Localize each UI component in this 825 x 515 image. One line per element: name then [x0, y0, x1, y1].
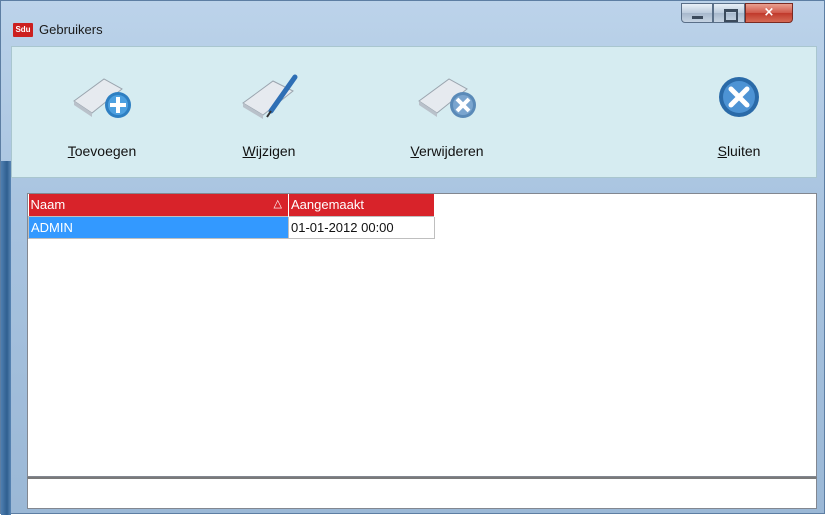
maximize-button[interactable]: [713, 3, 745, 23]
delete-button[interactable]: Verwijderen: [392, 71, 502, 167]
maximize-icon: [724, 9, 738, 22]
delete-label: Verwijderen: [392, 143, 502, 159]
minimize-icon: [692, 16, 703, 19]
close-label-accel: S: [717, 143, 727, 159]
delete-label-text: erwijderen: [418, 143, 484, 159]
title-bar[interactable]: Sdu Gebruikers ×: [1, 1, 825, 45]
close-circle-icon: [719, 77, 759, 117]
column-header-naam-label: Naam: [30, 197, 66, 213]
add-button[interactable]: Toevoegen: [52, 71, 152, 167]
toolbar: Toevoegen Wijzigen Verwijderen Sluiten: [11, 46, 817, 178]
close-label: Sluiten: [704, 143, 774, 159]
cell-aangemaakt[interactable]: 01-01-2012 00:00: [288, 215, 435, 239]
edit-button[interactable]: Wijzigen: [224, 71, 314, 167]
delete-document-icon: [418, 78, 476, 118]
delete-label-accel: V: [410, 143, 419, 159]
edit-label: Wijzigen: [224, 143, 314, 159]
close-label-text: luiten: [726, 143, 761, 159]
add-document-icon: [73, 78, 131, 118]
window-edge: [1, 161, 11, 515]
add-label-text: oevoegen: [74, 143, 137, 159]
add-label-accel: T: [67, 143, 75, 159]
table-row[interactable]: ADMIN 01-01-2012 00:00: [28, 215, 435, 239]
close-icon: ×: [763, 5, 775, 20]
sort-ascending-icon: △: [273, 198, 282, 211]
column-header-aangemaakt-label: Aangemaakt: [291, 197, 364, 213]
edit-document-icon: [242, 74, 298, 119]
window-frame: Sdu Gebruikers × Toevoegen Wijzigen Verw…: [0, 0, 825, 515]
edit-label-accel: W: [242, 143, 256, 159]
window-controls: ×: [681, 3, 793, 25]
close-button[interactable]: Sluiten: [704, 71, 774, 167]
header-row: Naam △ Aangemaakt: [28, 194, 435, 216]
cell-naam[interactable]: ADMIN: [28, 215, 289, 239]
app-icon[interactable]: Sdu: [13, 23, 33, 37]
column-header-aangemaakt[interactable]: Aangemaakt: [288, 194, 435, 216]
status-bar: [27, 477, 817, 509]
minimize-button[interactable]: [681, 3, 713, 23]
window-title: Gebruikers: [39, 22, 103, 37]
users-grid[interactable]: Naam △ Aangemaakt ADMIN 01-01-2012 00:00: [27, 193, 817, 477]
edit-label-text: ijzigen: [255, 143, 296, 159]
add-label: Toevoegen: [52, 143, 152, 159]
close-window-button[interactable]: ×: [745, 3, 793, 23]
users-table: Naam △ Aangemaakt ADMIN 01-01-2012 00:00: [28, 194, 435, 239]
column-header-naam[interactable]: Naam △: [28, 194, 289, 216]
